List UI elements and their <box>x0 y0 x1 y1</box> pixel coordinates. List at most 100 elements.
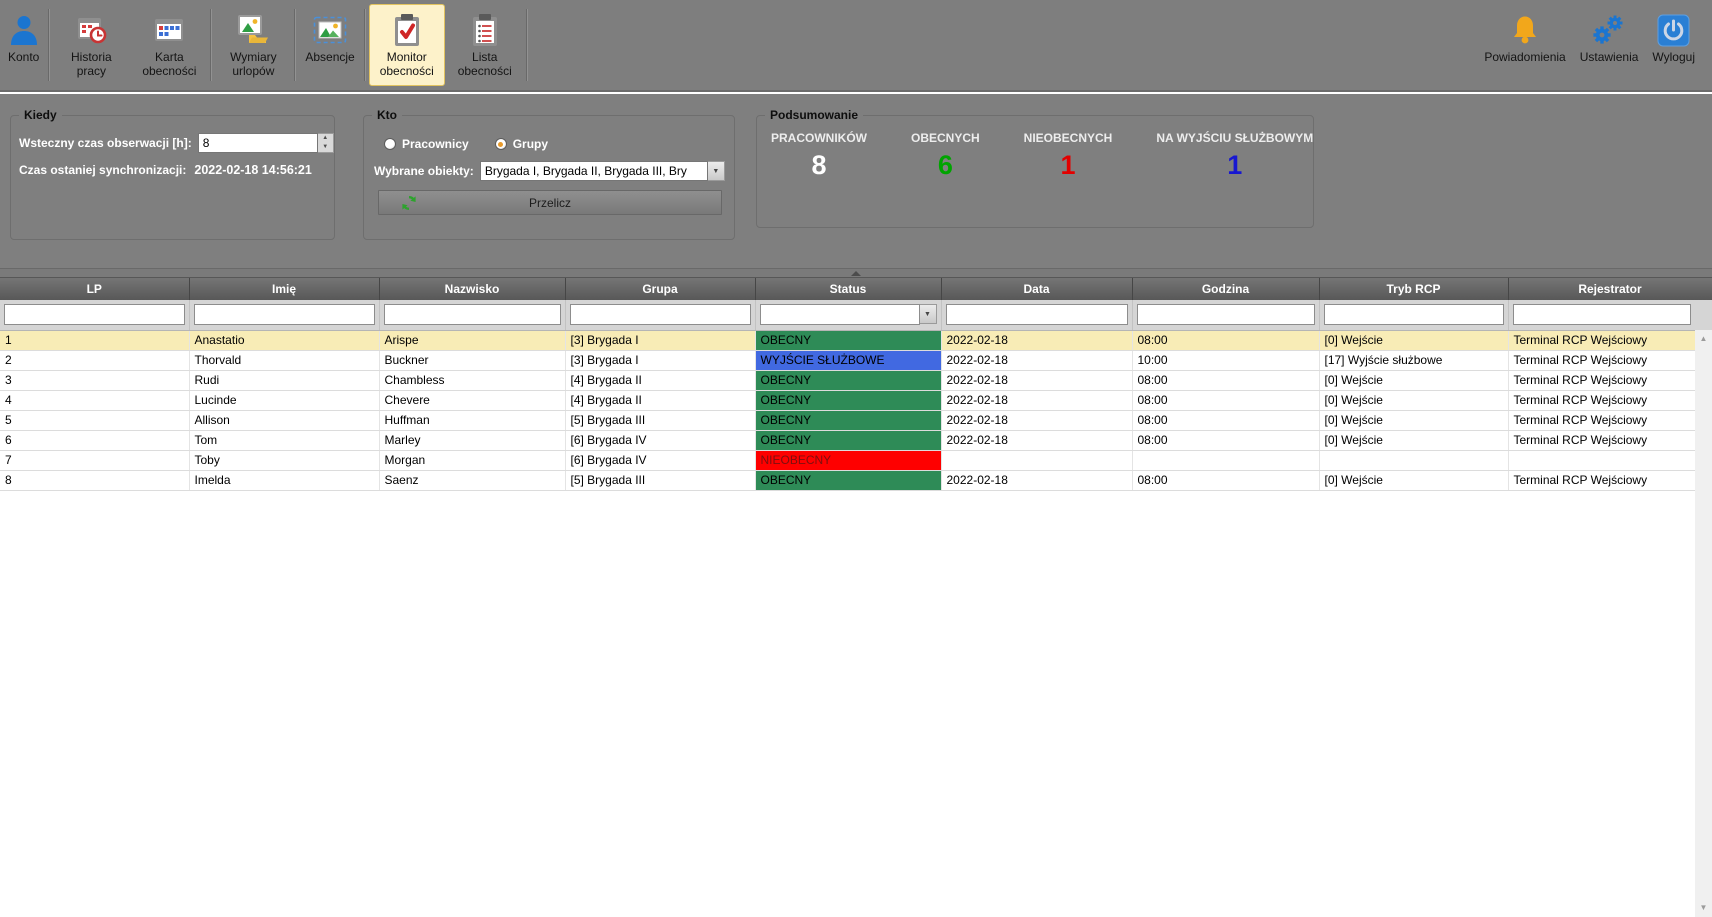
kiedy-panel: Kiedy Wsteczny czas obserwacji [h]: ▲▼ C… <box>10 108 335 240</box>
scroll-up-icon[interactable]: ▲ <box>1695 331 1712 347</box>
table-row[interactable]: 4 Lucinde Chevere [4] Brygada II OBECNY … <box>0 390 1712 410</box>
vertical-scrollbar[interactable]: ▲ ▼ <box>1695 330 1712 917</box>
filter-input-godzina[interactable] <box>1137 304 1315 325</box>
cell-tryb-rcp: [0] Wejście <box>1319 430 1508 450</box>
filter-panel-zone: Kiedy Wsteczny czas obserwacji [h]: ▲▼ C… <box>0 94 1712 268</box>
column-header-lp[interactable]: LP <box>0 278 189 300</box>
summary-stat-value: 1 <box>1156 150 1313 181</box>
monitor-obecnosci-button[interactable]: Monitor obecności <box>369 4 445 86</box>
cell-data <box>941 450 1132 470</box>
cell-rejestrator: Terminal RCP Wejściowy <box>1508 330 1712 350</box>
filter-input-tryb-rcp[interactable] <box>1324 304 1504 325</box>
status-badge: OBECNY <box>755 430 941 450</box>
power-icon <box>1657 12 1690 48</box>
summary-stat-label: NIEOBECNYCH <box>1024 131 1113 145</box>
column-header-nazwisko[interactable]: Nazwisko <box>379 278 565 300</box>
radio-pracownicy-circle[interactable] <box>384 138 396 150</box>
cell-godzina: 10:00 <box>1132 350 1319 370</box>
wymiary-urlopow-button[interactable]: Wymiary urlopów <box>215 4 291 86</box>
przelicz-button[interactable]: Przelicz <box>378 190 722 215</box>
cell-grupa: [5] Brygada III <box>565 410 755 430</box>
historia-pracy-button[interactable]: Historia pracy <box>53 4 129 86</box>
konto-button[interactable]: Konto <box>2 4 45 86</box>
status-badge: OBECNY <box>755 470 941 490</box>
cell-godzina: 08:00 <box>1132 430 1319 450</box>
selected-objects-input[interactable] <box>480 161 708 181</box>
cell-tryb-rcp: [0] Wejście <box>1319 470 1508 490</box>
table-row[interactable]: 8 Imelda Saenz [5] Brygada III OBECNY 20… <box>0 470 1712 490</box>
observation-time-stepper[interactable]: ▲▼ <box>318 133 334 153</box>
status-badge: OBECNY <box>755 370 941 390</box>
table-filter-row: ▼ <box>0 300 1712 330</box>
powiadomienia-button[interactable]: Powiadomienia <box>1478 4 1571 86</box>
cell-grupa: [6] Brygada IV <box>565 450 755 470</box>
cell-imie: Anastatio <box>189 330 379 350</box>
karta-obecnosci-button[interactable]: Karta obecności <box>131 4 207 86</box>
table-row[interactable]: 3 Rudi Chambless [4] Brygada II OBECNY 2… <box>0 370 1712 390</box>
gears-icon <box>1592 12 1626 48</box>
filter-input-lp[interactable] <box>4 304 185 325</box>
filter-input-grupa[interactable] <box>570 304 751 325</box>
table-row[interactable]: 2 Thorvald Buckner [3] Brygada I WYJŚCIE… <box>0 350 1712 370</box>
panel-splitter[interactable] <box>0 268 1712 278</box>
filter-input-nazwisko[interactable] <box>384 304 561 325</box>
cell-tryb-rcp: [0] Wejście <box>1319 410 1508 430</box>
cell-grupa: [3] Brygada I <box>565 350 755 370</box>
status-badge: NIEOBECNY <box>755 450 941 470</box>
ustawienia-button[interactable]: Ustawienia <box>1574 4 1645 86</box>
selected-objects-combobox[interactable]: ▼ <box>480 161 725 181</box>
table-row[interactable]: 5 Allison Huffman [5] Brygada III OBECNY… <box>0 410 1712 430</box>
column-header-grupa[interactable]: Grupa <box>565 278 755 300</box>
status-badge: OBECNY <box>755 330 941 350</box>
summary-stat-label: PRACOWNIKÓW <box>771 131 867 145</box>
filter-input-rejestrator[interactable] <box>1513 304 1691 325</box>
table-row[interactable]: 1 Anastatio Arispe [3] Brygada I OBECNY … <box>0 330 1712 350</box>
column-header-status[interactable]: Status <box>755 278 941 300</box>
column-header-rejestrator[interactable]: Rejestrator <box>1508 278 1712 300</box>
spinner-down-icon[interactable]: ▼ <box>318 143 333 152</box>
radio-grupy[interactable]: Grupy <box>495 137 548 151</box>
cell-rejestrator: Terminal RCP Wejściowy <box>1508 390 1712 410</box>
cell-godzina: 08:00 <box>1132 330 1319 350</box>
radio-grupy-circle[interactable] <box>495 138 507 150</box>
radio-pracownicy[interactable]: Pracownicy <box>384 137 469 151</box>
status-filter-dropdown-arrow-icon[interactable]: ▼ <box>920 304 937 324</box>
table-row[interactable]: 6 Tom Marley [6] Brygada IV OBECNY 2022-… <box>0 430 1712 450</box>
cell-godzina: 08:00 <box>1132 390 1319 410</box>
combo-dropdown-arrow-icon[interactable]: ▼ <box>708 161 725 181</box>
filter-input-data[interactable] <box>946 304 1128 325</box>
observation-time-input[interactable] <box>198 133 318 153</box>
podsumowanie-panel: Podsumowanie PRACOWNIKÓW 8 OBECNYCH 6 NI… <box>756 108 1314 228</box>
cell-data: 2022-02-18 <box>941 470 1132 490</box>
toolbar-separator <box>48 9 50 81</box>
table-row[interactable]: 7 Toby Morgan [6] Brygada IV NIEOBECNY <box>0 450 1712 470</box>
cell-rejestrator: Terminal RCP Wejściowy <box>1508 470 1712 490</box>
sync-time-value: 2022-02-18 14:56:21 <box>194 163 311 177</box>
column-header-data[interactable]: Data <box>941 278 1132 300</box>
scroll-down-icon[interactable]: ▼ <box>1695 900 1712 916</box>
cell-rejestrator: Terminal RCP Wejściowy <box>1508 430 1712 450</box>
cell-tryb-rcp: [0] Wejście <box>1319 330 1508 350</box>
summary-stat: PRACOWNIKÓW 8 <box>771 131 867 181</box>
refresh-icon <box>401 195 417 214</box>
attendance-monitor-icon <box>392 12 422 48</box>
column-header-tryb-rcp[interactable]: Tryb RCP <box>1319 278 1508 300</box>
kiedy-panel-title: Kiedy <box>19 108 62 122</box>
attendance-table-body: 1 Anastatio Arispe [3] Brygada I OBECNY … <box>0 330 1712 490</box>
summary-stat-value: 8 <box>771 150 867 181</box>
column-header-imie[interactable]: Imię <box>189 278 379 300</box>
filter-input-status[interactable] <box>760 304 920 325</box>
summary-stat: NA WYJŚCIU SŁUŻBOWYM 1 <box>1156 131 1313 181</box>
column-header-godzina[interactable]: Godzina <box>1132 278 1319 300</box>
absencje-button[interactable]: Absencje <box>299 4 360 86</box>
cell-data: 2022-02-18 <box>941 370 1132 390</box>
cell-nazwisko: Saenz <box>379 470 565 490</box>
cell-imie: Toby <box>189 450 379 470</box>
lista-obecnosci-button[interactable]: Lista obecności <box>447 4 523 86</box>
spinner-up-icon[interactable]: ▲ <box>318 134 333 143</box>
wyloguj-button[interactable]: Wyloguj <box>1646 4 1701 86</box>
summary-stat-value: 1 <box>1024 150 1113 181</box>
splitter-collapse-icon[interactable] <box>851 271 861 276</box>
toolbar-separator <box>364 9 366 81</box>
filter-input-imie[interactable] <box>194 304 375 325</box>
